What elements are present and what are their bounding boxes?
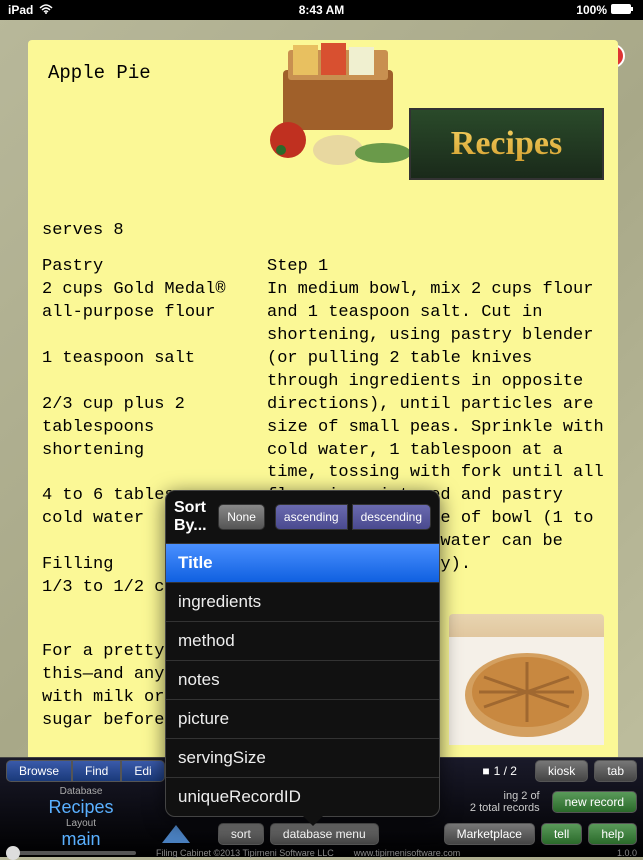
recipe-photo[interactable] xyxy=(449,614,604,722)
zoom-slider[interactable] xyxy=(6,851,136,855)
database-selector[interactable]: Database Recipes xyxy=(6,786,156,818)
sort-item-method[interactable]: method xyxy=(166,622,439,661)
layout-selector[interactable]: Layout main xyxy=(6,818,156,850)
banner-text: Recipes xyxy=(451,125,562,163)
tab-button[interactable]: tab xyxy=(594,760,637,782)
notes-field[interactable]: For a pretty this—and any with milk or s… xyxy=(42,642,175,776)
battery-label: 100% xyxy=(576,3,607,17)
recipe-box-illustration xyxy=(253,35,423,170)
database-menu-button[interactable]: database menu xyxy=(270,823,379,845)
page-indicator: 1 / 2 xyxy=(494,764,517,778)
battery-icon xyxy=(611,3,635,17)
arrow-up-icon[interactable] xyxy=(162,825,190,843)
tell-button[interactable]: tell xyxy=(541,823,582,845)
layout-value: main xyxy=(6,829,156,850)
new-record-button[interactable]: new record xyxy=(552,791,637,813)
sort-none-button[interactable]: None xyxy=(218,504,265,530)
sort-item-title[interactable]: Title xyxy=(166,544,439,583)
edit-button[interactable]: Edi xyxy=(121,760,164,782)
sort-field-list: Title ingredients method notes picture s… xyxy=(166,544,439,816)
kiosk-button[interactable]: kiosk xyxy=(535,760,588,782)
sort-button[interactable]: sort xyxy=(218,823,264,845)
status-bar: iPad 8:43 AM 100% xyxy=(0,0,643,20)
sort-descending-button[interactable]: descending xyxy=(352,504,431,530)
record-count: ing 2 of 2 total records xyxy=(470,790,546,814)
sort-ascending-button[interactable]: ascending xyxy=(275,504,348,530)
popover-arrow-icon xyxy=(301,814,325,826)
browse-button[interactable]: Browse xyxy=(6,760,72,782)
sort-popover: Sort By... None ascending descending Tit… xyxy=(165,490,440,817)
sort-item-notes[interactable]: notes xyxy=(166,661,439,700)
layout-label: Layout xyxy=(6,818,156,829)
database-label: Database xyxy=(6,786,156,797)
popover-title: Sort By... xyxy=(174,499,214,535)
marketplace-button[interactable]: Marketplace xyxy=(444,823,535,845)
sort-item-picture[interactable]: picture xyxy=(166,700,439,739)
status-time: 8:43 AM xyxy=(217,3,426,17)
serves-field[interactable]: serves 8 xyxy=(28,213,618,248)
recipe-title[interactable]: Apple Pie xyxy=(42,58,232,128)
sort-item-servingsize[interactable]: servingSize xyxy=(166,739,439,778)
recipes-banner: Recipes xyxy=(409,108,604,180)
database-value: Recipes xyxy=(6,797,156,818)
sort-item-uniquerecordid[interactable]: uniqueRecordID xyxy=(166,778,439,816)
sort-item-ingredients[interactable]: ingredients xyxy=(166,583,439,622)
find-button[interactable]: Find xyxy=(72,760,121,782)
device-label: iPad xyxy=(8,3,33,17)
wifi-icon xyxy=(39,3,53,17)
help-button[interactable]: help xyxy=(588,823,637,845)
